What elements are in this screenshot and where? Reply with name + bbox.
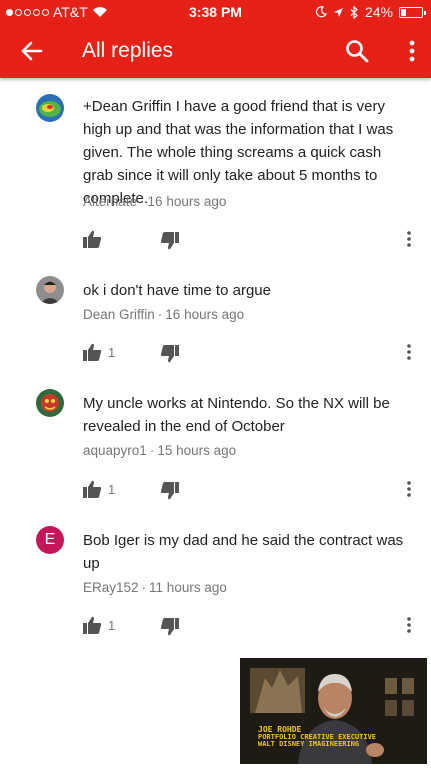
comment-text: +Dean Griffin I have a good friend that … <box>83 98 394 207</box>
moon-icon <box>315 6 327 18</box>
comment-actions: 1 <box>0 342 431 366</box>
comment-actions: 1 <box>0 479 431 503</box>
back-arrow-icon[interactable] <box>18 37 46 65</box>
thumbs-up-icon[interactable] <box>82 479 102 499</box>
comment-more-icon[interactable] <box>403 229 415 249</box>
thumbs-down-icon[interactable] <box>160 617 180 637</box>
status-bar: AT&T 3:38 PM 24% <box>0 0 431 24</box>
comment-text: My uncle works at Nintendo. So the NX wi… <box>83 395 390 435</box>
video-frame <box>240 658 427 764</box>
avatar[interactable]: E <box>36 526 64 554</box>
location-arrow-icon <box>333 7 343 17</box>
search-icon[interactable] <box>343 37 371 65</box>
comment-more-icon[interactable] <box>403 342 415 362</box>
like-count: 1 <box>108 618 116 633</box>
comment-time: 11 hours ago <box>149 580 227 595</box>
comment-meta: Dean Griffin · 16 hours ago <box>83 307 245 322</box>
app-bar: All replies <box>0 24 431 78</box>
thumbs-down-icon[interactable] <box>160 344 180 364</box>
comment-author[interactable]: Alternate <box>83 194 137 209</box>
thumbs-down-icon[interactable] <box>160 481 180 501</box>
thumbs-up-icon[interactable] <box>82 615 102 635</box>
battery-percent: 24% <box>364 4 393 20</box>
thumbs-up-icon[interactable] <box>82 229 102 249</box>
comment-text: ok i don't have time to argue <box>83 282 271 299</box>
comment-actions <box>0 229 431 253</box>
bluetooth-icon <box>350 5 358 19</box>
comment-meta: ERay152 · 11 hours ago <box>83 580 227 595</box>
battery-icon <box>399 6 426 18</box>
comment-more-icon[interactable] <box>403 615 415 635</box>
comment-time: 15 hours ago <box>157 443 237 458</box>
caption-line-2: WALT DISNEY IMAGINEERING <box>258 740 360 748</box>
thumbs-down-icon[interactable] <box>160 231 180 251</box>
more-vert-icon[interactable] <box>400 37 424 65</box>
like-count: 1 <box>108 482 116 497</box>
comment-more-icon[interactable] <box>403 479 415 499</box>
comment-author[interactable]: Dean Griffin <box>83 307 155 322</box>
comment-actions: 1 <box>0 615 431 639</box>
video-caption: JOE ROHDE PORTFOLIO CREATIVE EXECUTIVE W… <box>258 726 376 748</box>
comment-meta: Alternate · 16 hours ago <box>83 194 227 209</box>
thumbs-up-icon[interactable] <box>82 342 102 362</box>
comment-time: 16 hours ago <box>147 194 227 209</box>
mini-video-player[interactable]: JOE ROHDE PORTFOLIO CREATIVE EXECUTIVE W… <box>240 658 427 764</box>
comment-time: 16 hours ago <box>165 307 245 322</box>
page-title: All replies <box>82 39 174 62</box>
like-count: 1 <box>108 345 116 360</box>
avatar[interactable] <box>36 94 64 122</box>
comment-meta: aquapyro1 · 15 hours ago <box>83 443 237 458</box>
avatar[interactable] <box>36 276 64 304</box>
status-right: 24% <box>315 4 426 20</box>
comment-author[interactable]: ERay152 <box>83 580 139 595</box>
caption-name: JOE ROHDE <box>258 725 302 734</box>
comment-text: Bob Iger is my dad and he said the contr… <box>83 532 404 572</box>
avatar[interactable] <box>36 389 64 417</box>
comment-author[interactable]: aquapyro1 <box>83 443 147 458</box>
